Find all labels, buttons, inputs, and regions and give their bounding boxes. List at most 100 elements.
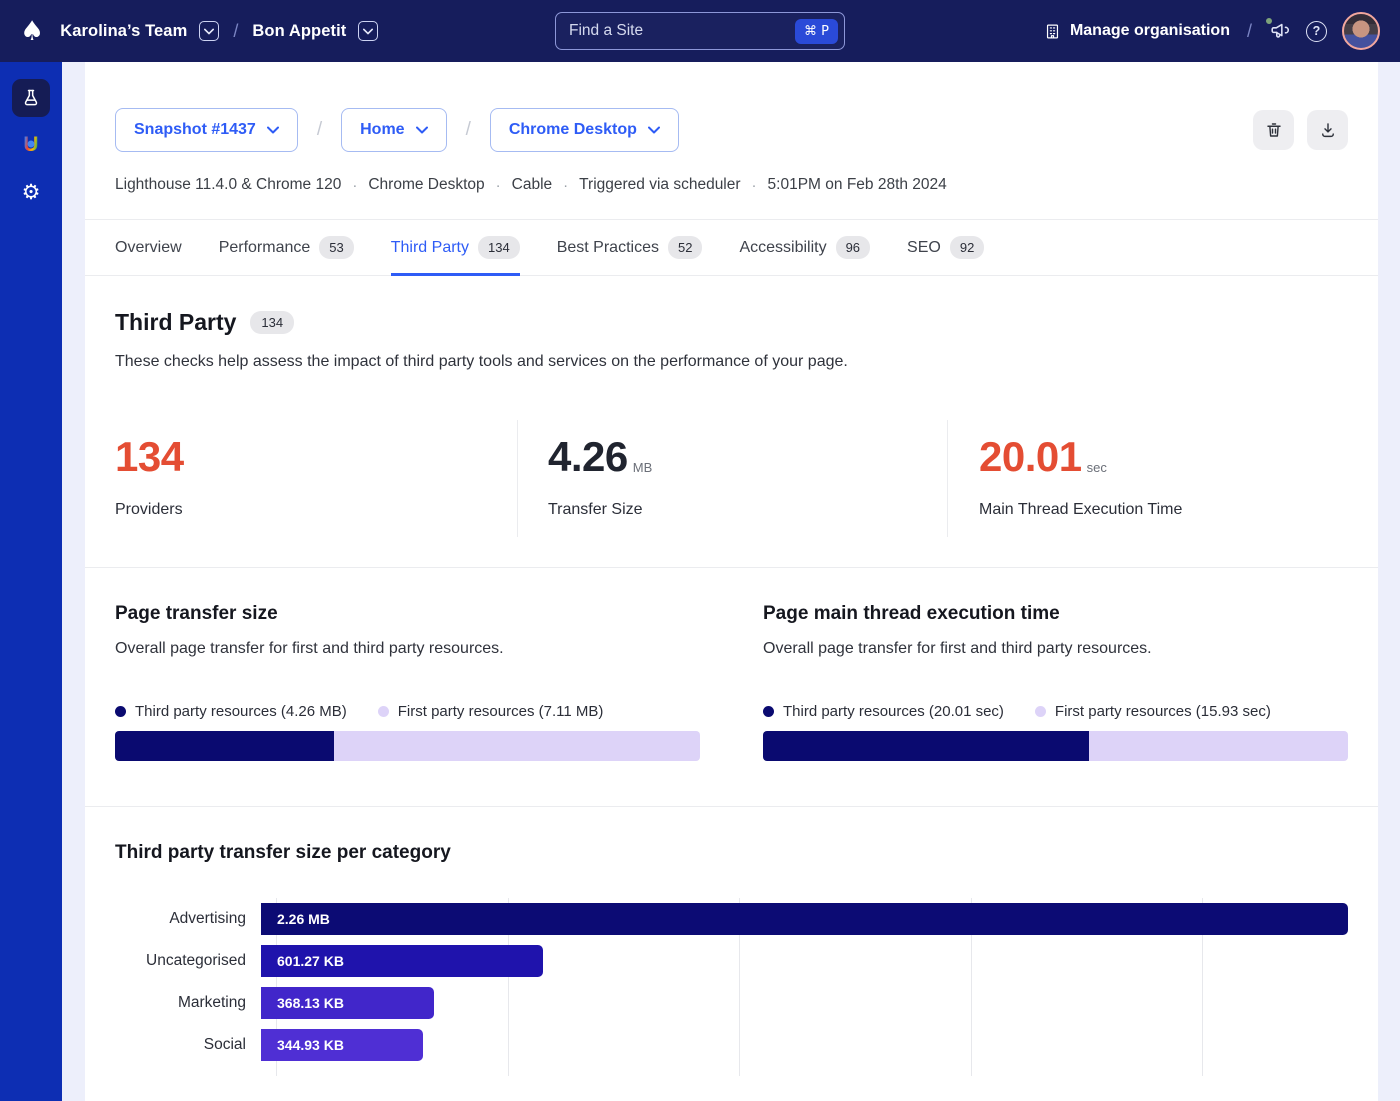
category-label: Advertising <box>115 910 261 928</box>
tab-third-party[interactable]: Third Party134 <box>391 220 520 275</box>
site-name[interactable]: Bon Appetit <box>252 22 346 41</box>
stat-value: 4.26 <box>548 436 628 478</box>
building-icon <box>1044 23 1061 40</box>
slash-separator: / <box>317 119 322 141</box>
team-dropdown[interactable] <box>199 21 219 41</box>
tab-performance[interactable]: Performance53 <box>219 220 354 275</box>
stat-label: Main Thread Execution Time <box>979 501 1348 519</box>
section-count-badge: 134 <box>250 311 294 334</box>
legend-first-party: First party resources (15.93 sec) <box>1035 703 1271 720</box>
category-chart-section: Third party transfer size per category A… <box>85 807 1378 1066</box>
profile-selector[interactable]: Chrome Desktop <box>490 108 679 152</box>
download-report-button[interactable] <box>1307 110 1348 150</box>
sidebar-item-settings[interactable]: ⚙ <box>12 173 50 211</box>
category-label: Marketing <box>115 994 261 1012</box>
megaphone-icon <box>1269 20 1291 42</box>
user-avatar[interactable] <box>1342 12 1380 50</box>
first-party-segment <box>334 731 700 761</box>
chart-title: Third party transfer size per category <box>115 842 1348 864</box>
stats-row: 134 Providers 4.26 MB Transfer Size <box>115 420 1348 537</box>
first-party-segment <box>1089 731 1348 761</box>
stacked-bar <box>763 731 1348 761</box>
chart-legend: Third party resources (20.01 sec) First … <box>763 703 1348 720</box>
chevron-down-icon <box>267 126 279 134</box>
sidebar-item-lab-tests[interactable] <box>12 79 50 117</box>
tab-overview[interactable]: Overview <box>115 220 182 275</box>
legend-first-party: First party resources (7.11 MB) <box>378 703 604 720</box>
site-dropdown[interactable] <box>358 21 378 41</box>
manage-organisation-label: Manage organisation <box>1070 22 1230 40</box>
snapshot-selector[interactable]: Snapshot #1437 <box>115 108 298 152</box>
tab-count-badge: 53 <box>319 236 353 259</box>
stat-transfer-size: 4.26 MB Transfer Size <box>517 420 947 537</box>
app-logo-spade-icon: ♠ <box>20 18 44 45</box>
left-sidebar: U ⚙ <box>0 62 62 1101</box>
team-name[interactable]: Karolina’s Team <box>60 22 187 41</box>
third-party-segment <box>115 731 334 761</box>
flask-icon <box>21 88 41 108</box>
category-row-social: Social 344.93 KB <box>115 1024 1348 1066</box>
breadcrumb-slash: / <box>231 21 240 42</box>
stat-providers: 134 Providers <box>115 420 517 537</box>
snapshot-label: Snapshot #1437 <box>134 121 256 139</box>
page-transfer-size-chart: Page transfer size Overall page transfer… <box>115 603 700 761</box>
crux-icon: U <box>23 133 38 157</box>
chevron-down-icon <box>648 126 660 134</box>
stat-value: 134 <box>115 436 184 478</box>
help-button[interactable]: ? <box>1306 21 1327 42</box>
stat-label: Transfer Size <box>548 501 947 519</box>
tab-count-badge: 134 <box>478 236 520 259</box>
legend-dot <box>378 706 389 717</box>
manage-organisation-link[interactable]: Manage organisation <box>1044 22 1230 40</box>
tab-count-badge: 92 <box>950 236 984 259</box>
legend-third-party: Third party resources (20.01 sec) <box>763 703 1004 720</box>
category-bar[interactable]: 2.26 MB <box>261 903 1348 935</box>
meta-timestamp: 5:01PM on Feb 28th 2024 <box>768 176 947 194</box>
search-shortcut-badge: ⌘ P <box>795 19 838 44</box>
announcements-button[interactable] <box>1269 20 1291 42</box>
meta-connection: Cable <box>512 176 553 194</box>
gear-icon: ⚙ <box>22 180 41 204</box>
search-input[interactable] <box>569 22 795 40</box>
legend-dot <box>1035 706 1046 717</box>
category-bar[interactable]: 368.13 KB <box>261 987 434 1019</box>
profile-label: Chrome Desktop <box>509 121 637 139</box>
stat-value: 20.01 <box>979 436 1082 478</box>
category-row-uncategorised: Uncategorised 601.27 KB <box>115 940 1348 982</box>
chevron-down-icon <box>204 28 214 35</box>
stat-label: Providers <box>115 501 517 519</box>
tab-seo[interactable]: SEO92 <box>907 220 984 275</box>
delete-snapshot-button[interactable] <box>1253 110 1294 150</box>
meta-trigger: Triggered via scheduler <box>579 176 740 194</box>
meta-device: Chrome Desktop <box>368 176 484 194</box>
category-row-marketing: Marketing 368.13 KB <box>115 982 1348 1024</box>
chart-title: Page transfer size <box>115 603 700 625</box>
section-description: These checks help assess the impact of t… <box>115 353 1348 371</box>
legend-dot <box>763 706 774 717</box>
chart-title: Page main thread execution time <box>763 603 1348 625</box>
legend-dot <box>115 706 126 717</box>
sidebar-item-crux[interactable]: U <box>12 126 50 164</box>
snapshot-breadcrumb: Snapshot #1437 / Home / Chrome Desktop <box>115 108 1348 152</box>
section-title: Third Party <box>115 309 236 336</box>
site-search[interactable]: ⌘ P <box>555 12 845 50</box>
main-thread-time-chart: Page main thread execution time Overall … <box>763 603 1348 761</box>
meta-lighthouse-version: Lighthouse 11.4.0 & Chrome 120 <box>115 176 341 194</box>
tab-accessibility[interactable]: Accessibility96 <box>739 220 870 275</box>
chevron-down-icon <box>363 28 373 35</box>
tab-count-badge: 96 <box>836 236 870 259</box>
category-label: Uncategorised <box>115 952 261 970</box>
chevron-down-icon <box>416 126 428 134</box>
category-bar[interactable]: 344.93 KB <box>261 1029 423 1061</box>
tab-best-practices[interactable]: Best Practices52 <box>557 220 703 275</box>
trash-icon <box>1265 121 1283 139</box>
snapshot-meta: Lighthouse 11.4.0 & Chrome 120 · Chrome … <box>115 176 1348 194</box>
report-tabs: Overview Performance53 Third Party134 Be… <box>85 220 1378 275</box>
page-selector[interactable]: Home <box>341 108 446 152</box>
category-row-advertising: Advertising 2.26 MB <box>115 898 1348 940</box>
chart-legend: Third party resources (4.26 MB) First pa… <box>115 703 700 720</box>
download-icon <box>1319 121 1337 139</box>
category-label: Social <box>115 1036 261 1054</box>
category-bar[interactable]: 601.27 KB <box>261 945 543 977</box>
notification-dot <box>1266 18 1272 24</box>
